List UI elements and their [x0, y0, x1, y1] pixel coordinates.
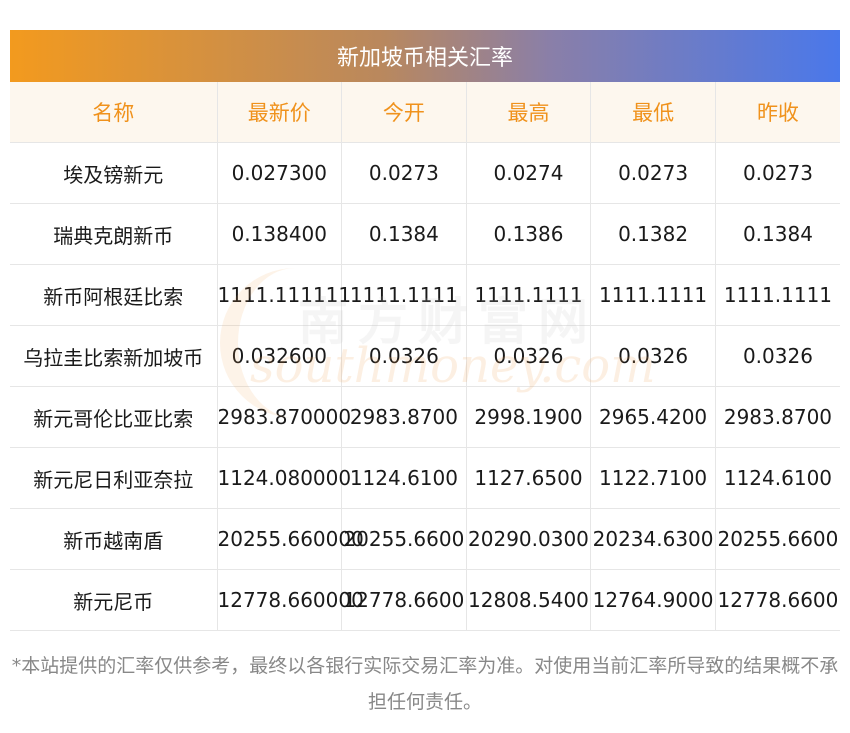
- table-title: 新加坡币相关汇率: [336, 46, 513, 71]
- cell-latest: 1124.080000: [217, 447, 351, 509]
- cell-latest: 0.138400: [217, 203, 343, 265]
- cell-low: 0.0273: [590, 142, 716, 204]
- cell-prev-close: 2983.8700: [715, 386, 840, 448]
- cell-low: 0.1382: [590, 203, 716, 265]
- cell-low: 1122.7100: [590, 447, 716, 509]
- cell-open: 12778.6600: [341, 569, 467, 631]
- cell-high: 2998.1900: [466, 386, 592, 448]
- cell-open: 2983.8700: [341, 386, 467, 448]
- cell-prev-close: 20255.6600: [715, 508, 840, 570]
- cell-low: 0.0326: [590, 325, 716, 387]
- header-low: 最低: [590, 82, 716, 143]
- cell-prev-close: 0.0273: [715, 142, 840, 204]
- cell-name: 瑞典克朗新币: [10, 203, 218, 265]
- table-row: 新元尼币 12778.660000 12778.6600 12808.5400 …: [10, 569, 840, 631]
- cell-name: 乌拉圭比索新加坡币: [10, 325, 218, 387]
- cell-name: 新元尼币: [10, 569, 218, 631]
- cell-latest: 12778.660000: [217, 569, 364, 631]
- cell-open: 0.0273: [341, 142, 467, 204]
- cell-high: 12808.5400: [466, 569, 592, 631]
- cell-latest: 20255.660000: [217, 508, 364, 570]
- cell-name: 新元尼日利亚奈拉: [10, 447, 218, 509]
- cell-high: 0.1386: [466, 203, 592, 265]
- header-prev-close: 昨收: [715, 82, 840, 143]
- header-open: 今开: [341, 82, 467, 143]
- header-high: 最高: [466, 82, 592, 143]
- cell-name: 新币越南盾: [10, 508, 218, 570]
- cell-name: 埃及镑新元: [10, 142, 218, 204]
- header-name: 名称: [10, 82, 218, 143]
- table-row: 新元哥伦比亚比索 2983.870000 2983.8700 2998.1900…: [10, 386, 840, 448]
- cell-low: 20234.6300: [590, 508, 716, 570]
- cell-high: 1111.1111: [466, 264, 592, 326]
- cell-high: 20290.0300: [466, 508, 592, 570]
- cell-open: 0.1384: [341, 203, 467, 265]
- table-title-bar: 新加坡币相关汇率: [10, 30, 840, 82]
- cell-prev-close: 0.0326: [715, 325, 840, 387]
- cell-open: 20255.6600: [341, 508, 467, 570]
- cell-high: 0.0326: [466, 325, 592, 387]
- exchange-rate-table: 名称 最新价 今开 最高 最低 昨收 埃及镑新元 0.027300 0.0273…: [10, 82, 840, 631]
- disclaimer-footnote: *本站提供的汇率仅供参考，最终以各银行实际交易汇率为准。对使用当前汇率所导致的结…: [11, 655, 839, 713]
- cell-name: 新币阿根廷比索: [10, 264, 218, 326]
- cell-open: 1124.6100: [341, 447, 467, 509]
- table-row: 新币阿根廷比索 1111.111111 1111.1111 1111.1111 …: [10, 264, 840, 326]
- cell-latest: 0.027300: [217, 142, 343, 204]
- cell-prev-close: 1124.6100: [715, 447, 840, 509]
- cell-latest: 0.032600: [217, 325, 343, 387]
- table-row: 新币越南盾 20255.660000 20255.6600 20290.0300…: [10, 508, 840, 570]
- cell-prev-close: 0.1384: [715, 203, 840, 265]
- cell-latest: 2983.870000: [217, 386, 351, 448]
- cell-open: 1111.1111: [341, 264, 467, 326]
- cell-low: 2965.4200: [590, 386, 716, 448]
- table-row: 新元尼日利亚奈拉 1124.080000 1124.6100 1127.6500…: [10, 447, 840, 509]
- header-latest: 最新价: [217, 82, 343, 143]
- cell-prev-close: 12778.6600: [715, 569, 840, 631]
- table-row: 乌拉圭比索新加坡币 0.032600 0.0326 0.0326 0.0326 …: [10, 325, 840, 387]
- cell-latest: 1111.111111: [217, 264, 351, 326]
- cell-low: 1111.1111: [590, 264, 716, 326]
- cell-name: 新元哥伦比亚比索: [10, 386, 218, 448]
- cell-high: 0.0274: [466, 142, 592, 204]
- table-header-row: 名称 最新价 今开 最高 最低 昨收: [10, 82, 840, 143]
- cell-prev-close: 1111.1111: [715, 264, 840, 326]
- cell-high: 1127.6500: [466, 447, 592, 509]
- cell-low: 12764.9000: [590, 569, 716, 631]
- table-row: 埃及镑新元 0.027300 0.0273 0.0274 0.0273 0.02…: [10, 142, 840, 204]
- table-row: 瑞典克朗新币 0.138400 0.1384 0.1386 0.1382 0.1…: [10, 203, 840, 265]
- cell-open: 0.0326: [341, 325, 467, 387]
